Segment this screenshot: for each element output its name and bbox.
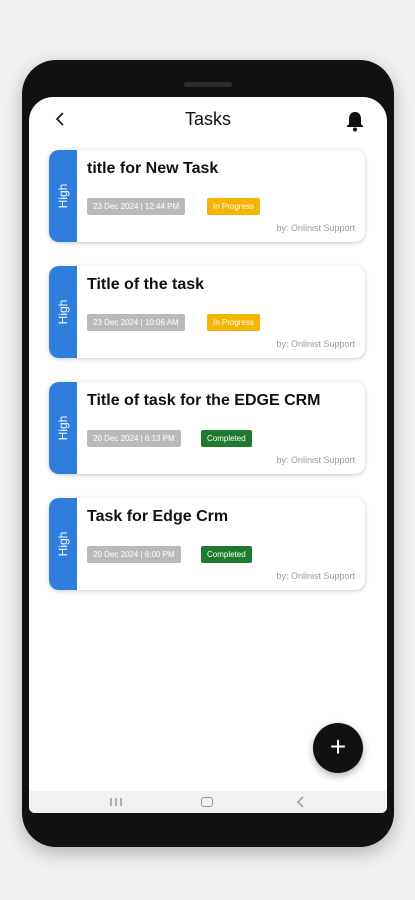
page-title: Tasks	[184, 109, 231, 129]
home-icon[interactable]	[201, 797, 213, 807]
status-badge: In Progress	[207, 314, 260, 331]
priority-label: High	[56, 183, 70, 209]
priority-badge: High	[49, 498, 77, 590]
task-title: Title of task for the EDGE CRM	[87, 392, 321, 409]
priority-label: High	[56, 531, 70, 557]
app-screen: Tasks High title for New Task 23 Dec 202…	[29, 97, 387, 813]
app-header: Tasks	[29, 97, 387, 147]
priority-label: High	[56, 299, 70, 325]
task-date: 20 Dec 2024 | 6:13 PM	[87, 430, 181, 447]
priority-badge: High	[49, 266, 77, 358]
plus-icon: +	[329, 731, 347, 762]
task-author: by: Onlinist Support	[276, 571, 355, 581]
priority-label: High	[56, 415, 70, 441]
system-nav-bar	[29, 791, 387, 813]
speaker-grille	[184, 82, 232, 87]
status-badge: Completed	[201, 546, 252, 563]
status-badge: In Progress	[207, 198, 260, 215]
priority-badge: High	[49, 150, 77, 242]
task-title: Task for Edge Crm	[87, 508, 229, 525]
task-date: 20 Dec 2024 | 6:00 PM	[87, 546, 181, 563]
task-title: title for New Task	[87, 160, 219, 177]
phone-frame: Tasks High title for New Task 23 Dec 202…	[22, 60, 394, 847]
task-card[interactable]: High Task for Edge Crm 20 Dec 2024 | 6:0…	[49, 498, 365, 590]
task-date: 23 Dec 2024 | 10:06 AM	[87, 314, 185, 331]
task-author: by: Onlinist Support	[276, 339, 355, 349]
task-card[interactable]: High Title of the task 23 Dec 2024 | 10:…	[49, 266, 365, 358]
task-card[interactable]: High Title of task for the EDGE CRM 20 D…	[49, 382, 365, 474]
task-author: by: Onlinist Support	[276, 223, 355, 233]
task-author: by: Onlinist Support	[276, 455, 355, 465]
status-badge: Completed	[201, 430, 252, 447]
priority-badge: High	[49, 382, 77, 474]
bell-icon	[347, 112, 363, 132]
task-date: 23 Dec 2024 | 12:44 PM	[87, 198, 186, 215]
notifications-button[interactable]	[345, 110, 365, 132]
task-title: Title of the task	[87, 276, 205, 293]
task-card[interactable]: High title for New Task 23 Dec 2024 | 12…	[49, 150, 365, 242]
back-nav-icon[interactable]	[295, 796, 305, 808]
add-task-button[interactable]: +	[313, 723, 363, 773]
recent-apps-icon[interactable]	[109, 798, 123, 806]
